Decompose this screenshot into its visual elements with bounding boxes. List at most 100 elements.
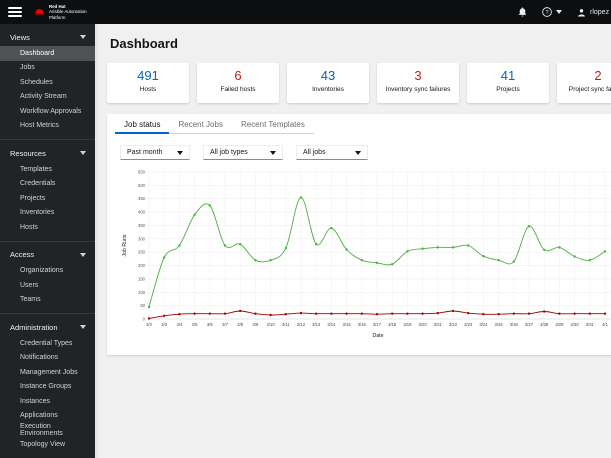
svg-text:3/31: 3/31 xyxy=(586,322,595,327)
sidebar-item-hosts[interactable]: Hosts xyxy=(0,220,95,235)
nav-toggle-hamburger-icon[interactable] xyxy=(8,7,22,17)
svg-text:3/23: 3/23 xyxy=(464,322,473,327)
caret-down-icon xyxy=(177,150,183,155)
svg-text:200: 200 xyxy=(138,263,146,268)
job-filter-select[interactable]: All jobs xyxy=(296,145,368,160)
job-runs-line-chart[interactable]: 0 50 100 150 200 250 300 350 400 450 500 550 3/2 3/3 3… xyxy=(114,164,611,345)
sidebar-section-header-views[interactable]: Views xyxy=(0,28,95,46)
svg-text:300: 300 xyxy=(138,236,146,241)
card-hosts[interactable]: 491 Hosts xyxy=(107,63,189,103)
caret-down-icon xyxy=(355,150,361,155)
user-person-icon xyxy=(578,8,585,16)
sidebar-section-header-access[interactable]: Access xyxy=(0,246,95,264)
svg-text:Date: Date xyxy=(373,333,384,339)
main-content: Dashboard 491 Hosts 6 Failed hosts 43 In… xyxy=(98,24,611,458)
sidebar-item-credential-types[interactable]: Credential Types xyxy=(0,336,95,351)
sidebar-item-management-jobs[interactable]: Management Jobs xyxy=(0,365,95,380)
period-select-value: Past month xyxy=(127,149,163,156)
sidebar-item-inventories[interactable]: Inventories xyxy=(0,206,95,221)
card-projects[interactable]: 41 Projects xyxy=(467,63,549,103)
sidebar-item-credentials[interactable]: Credentials xyxy=(0,177,95,192)
sidebar-item-templates[interactable]: Templates xyxy=(0,162,95,177)
tab-recent-templates[interactable]: Recent Templates xyxy=(232,114,314,134)
help-question-circle-icon: ? xyxy=(542,7,552,17)
svg-text:3/5: 3/5 xyxy=(192,322,198,327)
card-hosts-label: Hosts xyxy=(139,86,157,94)
svg-text:3/19: 3/19 xyxy=(403,322,412,327)
graph-tabs: Job status Recent Jobs Recent Templates xyxy=(107,114,611,134)
tab-job-status[interactable]: Job status xyxy=(115,114,169,134)
card-failed-hosts-value[interactable]: 6 xyxy=(197,68,279,83)
svg-text:400: 400 xyxy=(138,210,146,215)
svg-text:Job Runs: Job Runs xyxy=(122,234,128,256)
sidebar-item-workflow-approvals[interactable]: Workflow Approvals xyxy=(0,104,95,119)
svg-text:3/22: 3/22 xyxy=(449,322,458,327)
svg-text:150: 150 xyxy=(138,276,146,281)
svg-text:3/25: 3/25 xyxy=(495,322,504,327)
sidebar-section-header-administration[interactable]: Administration xyxy=(0,318,95,336)
brand-logo: Red Hat Ansible Automation Platform xyxy=(34,4,87,21)
tab-recent-jobs[interactable]: Recent Jobs xyxy=(169,114,231,134)
sidebar-section-administration: Administration Credential Types Notifica… xyxy=(0,313,95,452)
sidebar-item-organizations[interactable]: Organizations xyxy=(0,264,95,279)
svg-text:3/2: 3/2 xyxy=(146,322,152,327)
sidebar-item-execution-environments[interactable]: Execution Environments xyxy=(0,423,95,438)
period-select[interactable]: Past month xyxy=(120,145,190,160)
sidebar-section-views: Views Dashboard Jobs Schedules Activity … xyxy=(0,24,95,133)
svg-text:3/30: 3/30 xyxy=(571,322,580,327)
sidebar-item-instance-groups[interactable]: Instance Groups xyxy=(0,380,95,395)
sidebar-item-jobs[interactable]: Jobs xyxy=(0,61,95,76)
svg-text:3/18: 3/18 xyxy=(388,322,397,327)
sidebar-item-instances[interactable]: Instances xyxy=(0,394,95,409)
card-project-sync-failures-value[interactable]: 2 xyxy=(557,68,611,83)
card-inventory-sync-failures[interactable]: 3 Inventory sync failures xyxy=(377,63,459,103)
notifications-bell-icon[interactable] xyxy=(518,7,527,17)
card-inventory-sync-failures-value[interactable]: 3 xyxy=(377,68,459,83)
card-hosts-value[interactable]: 491 xyxy=(107,68,189,83)
page-title: Dashboard xyxy=(110,36,178,51)
sidebar-nav: Views Dashboard Jobs Schedules Activity … xyxy=(0,24,95,458)
job-type-select[interactable]: All job types xyxy=(203,145,283,160)
card-project-sync-failures[interactable]: 2 Project sync failures xyxy=(557,63,611,103)
svg-text:3/3: 3/3 xyxy=(161,322,167,327)
sidebar-item-users[interactable]: Users xyxy=(0,278,95,293)
sidebar-section-access: Access Organizations Users Teams xyxy=(0,240,95,308)
sidebar-section-resources: Resources Templates Credentials Projects… xyxy=(0,139,95,235)
summary-cards: 491 Hosts 6 Failed hosts 43 Inventories … xyxy=(107,63,611,103)
card-project-sync-failures-label: Project sync failures xyxy=(568,86,611,94)
card-inventories-label: Inventories xyxy=(312,86,344,94)
caret-down-icon xyxy=(270,150,276,155)
svg-text:3/11: 3/11 xyxy=(282,322,291,327)
sidebar-item-notifications[interactable]: Notifications xyxy=(0,351,95,366)
help-menu[interactable]: ? xyxy=(542,7,562,17)
svg-text:3/8: 3/8 xyxy=(237,322,243,327)
svg-text:0: 0 xyxy=(143,317,146,322)
chevron-down-icon xyxy=(80,252,86,257)
svg-text:?: ? xyxy=(545,10,548,16)
sidebar-item-schedules[interactable]: Schedules xyxy=(0,75,95,90)
svg-text:100: 100 xyxy=(138,290,146,295)
help-caret-down-icon xyxy=(556,10,562,14)
user-menu[interactable]: rlopez xyxy=(577,8,609,17)
redhat-fedora-icon xyxy=(34,8,45,15)
card-inventories[interactable]: 43 Inventories xyxy=(287,63,369,103)
sidebar-item-teams[interactable]: Teams xyxy=(0,293,95,308)
sidebar-item-activity-stream[interactable]: Activity Stream xyxy=(0,90,95,105)
chevron-down-icon xyxy=(80,325,86,329)
masthead-right: ? rlopez xyxy=(518,0,609,24)
username-label: rlopez xyxy=(590,8,610,16)
svg-text:3/17: 3/17 xyxy=(373,322,382,327)
sidebar-item-applications[interactable]: Applications xyxy=(0,409,95,424)
card-failed-hosts[interactable]: 6 Failed hosts xyxy=(197,63,279,103)
card-projects-value[interactable]: 41 xyxy=(467,68,549,83)
svg-text:3/24: 3/24 xyxy=(479,322,488,327)
sidebar-section-header-resources[interactable]: Resources xyxy=(0,144,95,162)
card-inventories-value[interactable]: 43 xyxy=(287,68,369,83)
svg-text:3/21: 3/21 xyxy=(434,322,443,327)
svg-text:4/1: 4/1 xyxy=(602,322,608,327)
sidebar-item-dashboard[interactable]: Dashboard xyxy=(0,46,95,61)
sidebar-item-topology-view[interactable]: Topology View xyxy=(0,438,95,453)
sidebar-item-host-metrics[interactable]: Host Metrics xyxy=(0,119,95,134)
sidebar-item-projects[interactable]: Projects xyxy=(0,191,95,206)
svg-text:3/16: 3/16 xyxy=(358,322,367,327)
